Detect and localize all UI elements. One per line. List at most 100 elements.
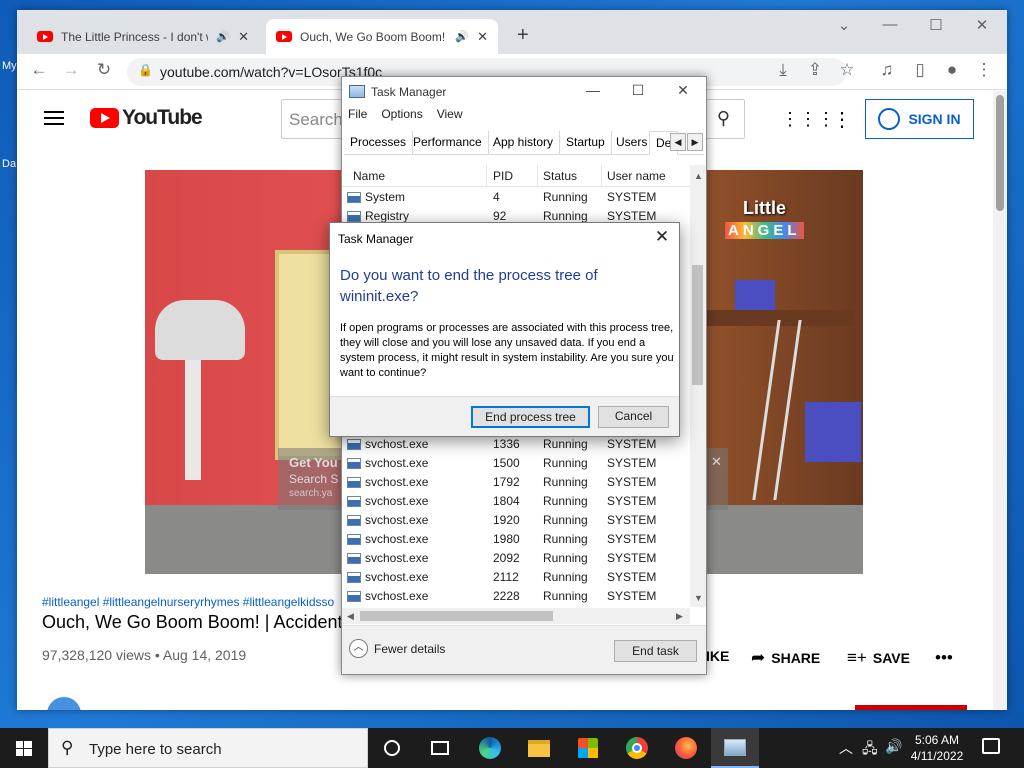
scroll-left-icon[interactable]: ◀: [347, 611, 354, 622]
share-button[interactable]: ➦ SHARE: [751, 648, 820, 668]
task-manager-taskbar-button[interactable]: [711, 728, 759, 768]
youtube-logo-icon[interactable]: [90, 108, 119, 128]
install-icon[interactable]: ⤓: [771, 60, 795, 80]
sign-in-button[interactable]: SIGN IN: [865, 99, 974, 139]
horizontal-scrollbar[interactable]: ◀ ▶: [342, 608, 690, 624]
close-ad-icon[interactable]: ✕: [711, 454, 722, 470]
end-process-tree-button[interactable]: End process tree: [471, 406, 590, 428]
tab-startup[interactable]: Startup: [560, 131, 612, 155]
overlay-ad-text[interactable]: Search S: [289, 472, 338, 486]
video-hashtags[interactable]: #littleangel #littleangelnurseryrhymes #…: [42, 595, 334, 609]
search-icon[interactable]: ⚲: [717, 108, 730, 129]
tab-search-chevron-icon[interactable]: ⌄: [829, 16, 859, 34]
task-view-button[interactable]: [416, 728, 464, 768]
notification-icon[interactable]: [982, 738, 1000, 754]
network-icon[interactable]: 🖧: [862, 738, 878, 762]
profile-icon[interactable]: ●: [940, 60, 964, 80]
firefox-taskbar-button[interactable]: [662, 728, 710, 768]
tab-performance[interactable]: Performance: [407, 131, 489, 155]
scroll-up-icon[interactable]: ▲: [694, 171, 703, 181]
task-manager-titlebar[interactable]: Task Manager — ☐ ✕: [342, 77, 706, 106]
back-icon[interactable]: ←: [27, 60, 51, 80]
chrome-taskbar-button[interactable]: [613, 728, 661, 768]
youtube-wordmark[interactable]: YouTube: [122, 106, 203, 130]
subscribe-button[interactable]: [855, 705, 967, 710]
desktop-icon-label[interactable]: Da: [2, 158, 16, 170]
table-row[interactable]: svchost.exe 2092 Running SYSTEM: [342, 549, 692, 568]
table-row[interactable]: svchost.exe 1500 Running SYSTEM: [342, 454, 692, 473]
star-icon[interactable]: ☆: [835, 60, 859, 80]
like-button[interactable]: IKE: [706, 648, 729, 664]
edge-taskbar-button[interactable]: [466, 728, 514, 768]
close-tab-icon[interactable]: ✕: [238, 29, 249, 45]
process-list-scrollbar[interactable]: ▲ ▼: [690, 165, 706, 607]
close-icon[interactable]: ✕: [652, 227, 672, 247]
save-button[interactable]: ≡+ SAVE: [847, 648, 910, 668]
desktop-icon-label[interactable]: My: [2, 60, 17, 72]
share-icon[interactable]: ⇪: [803, 60, 827, 80]
tab-scroll-left-icon[interactable]: ◀: [670, 133, 686, 151]
tab-users[interactable]: Users: [610, 131, 655, 155]
lock-icon[interactable]: 🔒: [138, 63, 153, 77]
column-pid[interactable]: PID: [493, 165, 513, 187]
apps-grid-icon[interactable]: ⋮⋮⋮: [781, 109, 835, 130]
column-user-name[interactable]: User name: [607, 165, 666, 187]
speaker-icon[interactable]: 🔊: [455, 30, 469, 43]
menu-options[interactable]: Options: [381, 107, 422, 127]
kebab-menu-icon[interactable]: ⋮: [972, 60, 996, 80]
column-status[interactable]: Status: [543, 165, 577, 187]
table-row[interactable]: svchost.exe 2112 Running SYSTEM: [342, 568, 692, 587]
close-window-icon[interactable]: ✕: [967, 16, 997, 34]
maximize-icon[interactable]: ☐: [921, 16, 951, 34]
end-task-button[interactable]: End task: [614, 640, 697, 662]
new-tab-icon[interactable]: +: [517, 24, 529, 47]
menu-icon[interactable]: [44, 111, 64, 125]
media-control-icon[interactable]: ♫: [875, 60, 899, 80]
cortana-button[interactable]: [368, 728, 416, 768]
column-name[interactable]: Name: [353, 165, 385, 187]
system-clock[interactable]: 5:06 AM 4/11/2022: [905, 732, 969, 764]
start-button[interactable]: [0, 728, 48, 768]
menu-view[interactable]: View: [437, 107, 463, 127]
volume-icon[interactable]: 🔊: [885, 738, 902, 755]
browser-tab-active[interactable]: Ouch, We Go Boom Boom! | 🔊 ✕: [266, 19, 498, 54]
more-actions-icon[interactable]: •••: [935, 648, 953, 668]
taskbar-search-box[interactable]: ⚲ Type here to search: [48, 728, 368, 768]
table-row[interactable]: svchost.exe 1804 Running SYSTEM: [342, 492, 692, 511]
fewer-details-link[interactable]: ︿ Fewer details: [349, 639, 445, 658]
scrollbar-thumb[interactable]: [692, 265, 703, 385]
scrollbar-thumb[interactable]: [360, 611, 553, 621]
speaker-icon[interactable]: 🔊: [216, 30, 230, 43]
tab-app-history[interactable]: App history: [487, 131, 561, 155]
settings-dots-icon[interactable]: ⋮: [832, 107, 852, 132]
reload-icon[interactable]: ↻: [92, 60, 116, 80]
show-hidden-icons-icon[interactable]: ︿: [839, 738, 853, 758]
minimize-icon[interactable]: —: [580, 82, 606, 98]
table-row[interactable]: svchost.exe 1980 Running SYSTEM: [342, 530, 692, 549]
tab-scroll-right-icon[interactable]: ▶: [687, 133, 703, 151]
maximize-icon[interactable]: ☐: [625, 82, 651, 99]
table-row[interactable]: svchost.exe 2228 Running SYSTEM: [342, 587, 692, 606]
close-tab-icon[interactable]: ✕: [477, 29, 488, 45]
page-scrollbar[interactable]: [993, 91, 1007, 710]
scrollbar-thumb[interactable]: [996, 95, 1004, 211]
browser-tab[interactable]: The Little Princess - I don't w 🔊 ✕: [27, 19, 259, 54]
table-row[interactable]: System 4 Running SYSTEM: [342, 188, 692, 207]
forward-icon[interactable]: →: [59, 60, 83, 80]
overlay-ad-url[interactable]: search.ya: [289, 488, 332, 499]
scroll-down-icon[interactable]: ▼: [694, 593, 703, 603]
table-row[interactable]: svchost.exe 1920 Running SYSTEM: [342, 511, 692, 530]
cancel-button[interactable]: Cancel: [598, 406, 669, 428]
side-panel-icon[interactable]: ▯: [908, 60, 932, 80]
table-row[interactable]: svchost.exe 1336 Running SYSTEM: [342, 435, 692, 454]
table-row[interactable]: svchost.exe 1792 Running SYSTEM: [342, 473, 692, 492]
store-taskbar-button[interactable]: [564, 728, 612, 768]
scroll-right-icon[interactable]: ▶: [676, 611, 683, 622]
close-icon[interactable]: ✕: [670, 82, 696, 99]
tab-processes[interactable]: Processes: [344, 131, 414, 155]
avatar[interactable]: [47, 697, 81, 710]
menu-file[interactable]: File: [348, 107, 367, 127]
overlay-ad-title[interactable]: Get You: [289, 455, 338, 470]
minimize-icon[interactable]: —: [875, 16, 905, 33]
file-explorer-taskbar-button[interactable]: [515, 728, 563, 768]
